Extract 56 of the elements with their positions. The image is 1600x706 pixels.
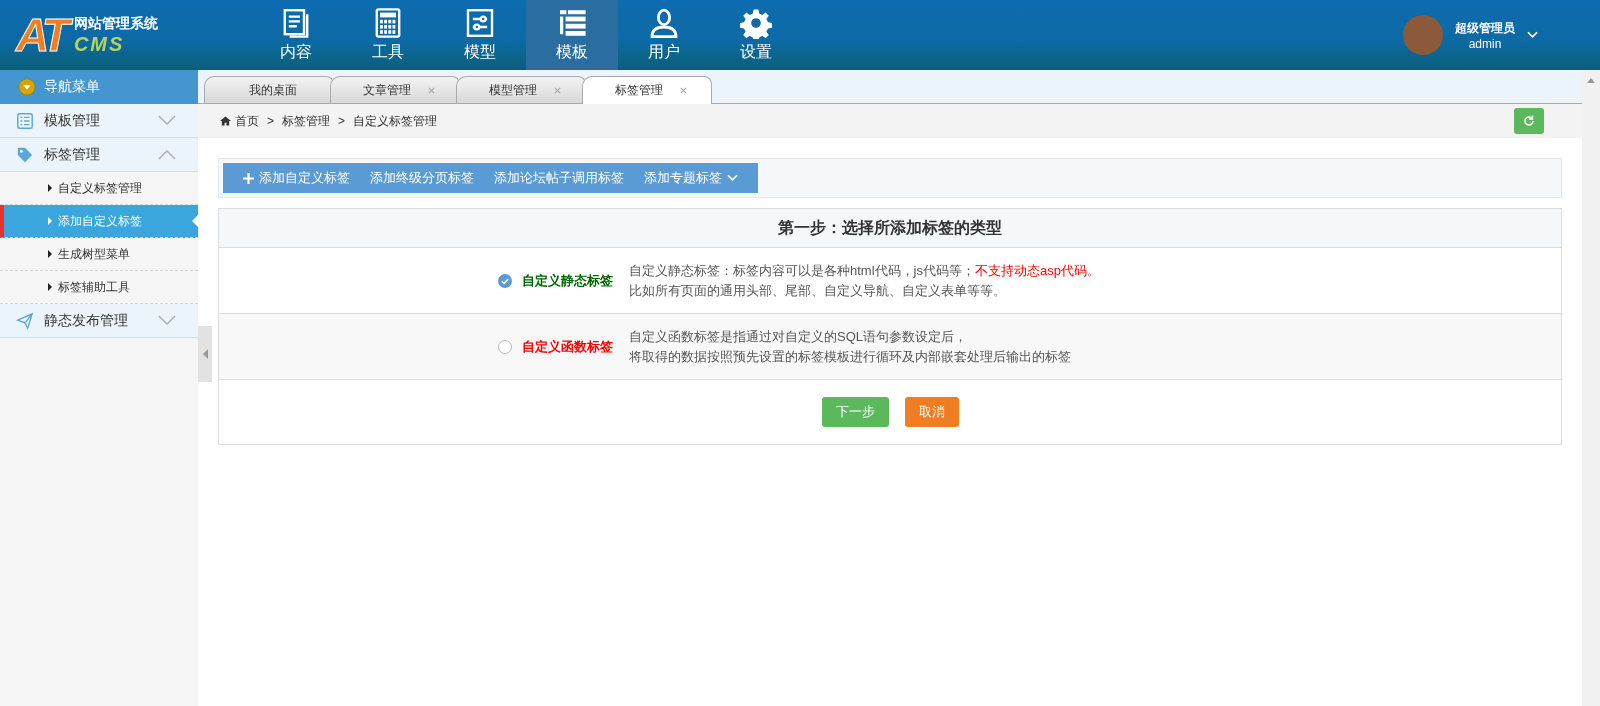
tag-icon [16,145,34,164]
option-label[interactable]: 自定义静态标签 [522,271,613,290]
radio-button[interactable] [498,273,512,288]
sidebar-item[interactable]: 生成树型菜单 [0,238,198,271]
chevron-down-icon [727,174,738,182]
avatar[interactable] [1403,15,1443,55]
sidebar-group[interactable]: 静态发布管理 [0,304,198,338]
tab[interactable]: 模型管理 [456,76,586,103]
tab[interactable]: 我的桌面 [204,76,334,103]
sidebar-group[interactable]: 模板管理 [0,104,198,138]
sliders-icon [464,7,496,39]
tab[interactable]: 标签管理 [582,76,712,104]
panel-title: 第一步：选择所添加标签的类型 [219,209,1561,248]
breadcrumb-separator: > [338,114,346,128]
list-icon [16,111,34,130]
nav-item[interactable]: 模型 [434,0,526,70]
chevron-down-icon [158,115,176,126]
radio-button[interactable] [498,339,512,354]
logo-subtitle: CMS [73,32,125,56]
nav-item[interactable]: 模板 [526,0,618,70]
plus-icon [243,172,254,184]
refresh-icon [1523,115,1535,127]
description-text: 自定义静态标签：标签内容可以是各种html代码，js代码等； [629,262,975,278]
option-label[interactable]: 自定义函数标签 [522,337,613,356]
user-icon [648,7,680,39]
description-text: 自定义函数标签是指通过对自定义的SQL语句参数设定后， [629,328,967,344]
nav-item[interactable]: 工具 [342,0,434,70]
scrollbar[interactable] [1582,70,1600,706]
description-text: 比如所有页面的通用头部、尾部、自定义导航、自定义表单等等。 [629,282,1006,298]
tab[interactable]: 文章管理 [330,76,460,103]
paper-plane-icon [16,311,34,330]
user-role: 超级管理员 [1455,19,1515,37]
logo-title: 网站管理系统 [73,14,158,33]
nav-item[interactable]: 用户 [618,0,710,70]
breadcrumb-separator: > [267,114,274,128]
collapse-handle[interactable] [198,326,212,382]
nav-item[interactable]: 设置 [710,0,802,70]
breadcrumb-link[interactable]: 自定义标签管理 [353,112,438,130]
breadcrumb-link[interactable]: 首页 [235,112,259,130]
nav-item[interactable]: 内容 [250,0,342,70]
close-icon[interactable] [552,85,562,95]
refresh-button[interactable] [1514,108,1544,134]
sidebar-group[interactable]: 标签管理 [0,138,198,172]
settings-icon [740,7,772,39]
breadcrumb-link[interactable]: 标签管理 [282,112,330,130]
warning-text: 不支持动态asp代码。 [974,262,1100,278]
sidebar-title: 导航菜单 [44,78,100,96]
close-icon[interactable] [678,86,688,95]
chevron-down-icon[interactable] [1527,31,1538,39]
home-icon [220,116,231,126]
chevron-down-icon [158,315,176,326]
close-icon[interactable] [426,85,436,95]
chevron-up-icon [158,149,176,160]
caret-circle-icon [18,78,36,96]
user-name: admin [1468,36,1502,51]
description-text: 将取得的数据按照预先设置的标签模板进行循环及内部嵌套处理后输出的标签 [629,348,1071,364]
